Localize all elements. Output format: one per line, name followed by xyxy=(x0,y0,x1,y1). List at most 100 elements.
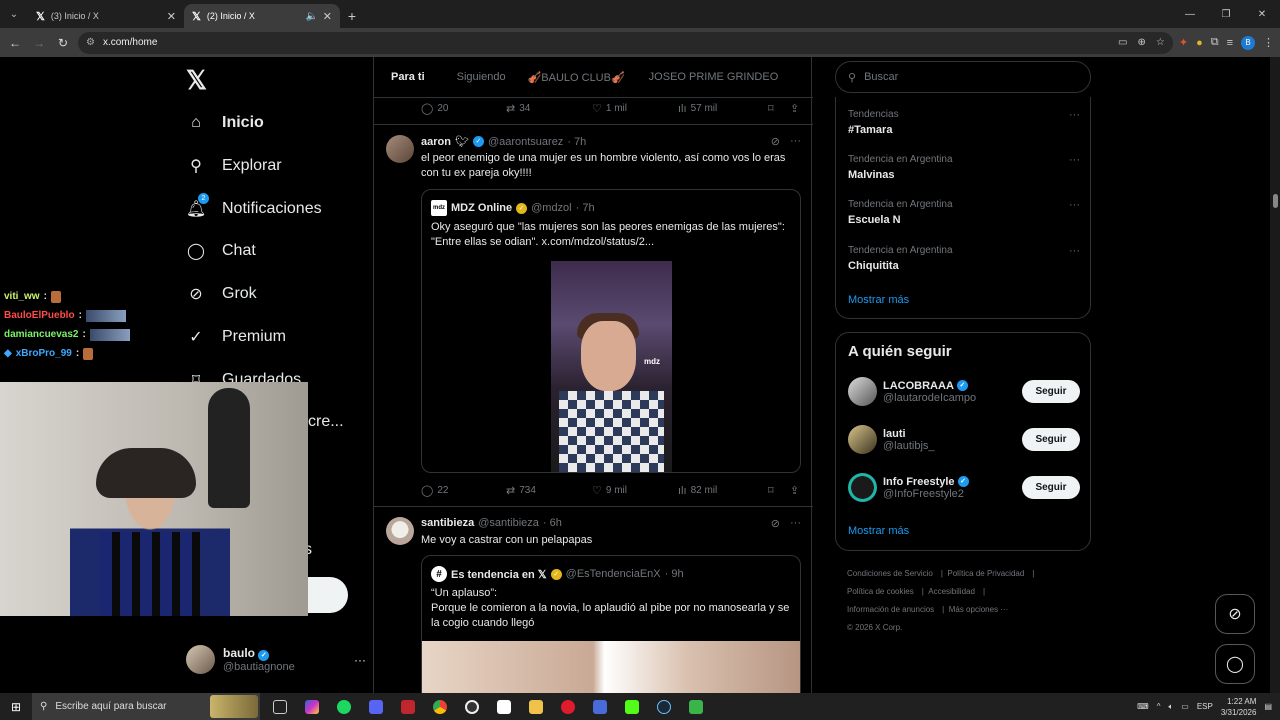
speaker-icon[interactable]: 🔈 xyxy=(306,11,318,22)
footer-link[interactable]: Información de anuncios xyxy=(847,605,934,614)
avatar[interactable] xyxy=(386,135,414,163)
repost-button[interactable]: ⇄ 34 xyxy=(506,102,592,115)
post[interactable]: aaron 🐦︎ ✓ @aarontsuarez · 7h ⊘ ··· el p… xyxy=(374,125,813,506)
reply-button[interactable]: ◯ 22 xyxy=(421,484,506,497)
more-icon[interactable]: ··· xyxy=(1069,245,1080,257)
keyboard-icon[interactable]: ⌨ xyxy=(1137,702,1149,711)
avatar[interactable] xyxy=(848,425,877,454)
language-indicator[interactable]: ESP xyxy=(1197,702,1213,711)
grok-icon[interactable]: ⊘ xyxy=(771,135,780,148)
opera-icon[interactable] xyxy=(552,693,584,720)
task-view-icon[interactable] xyxy=(264,693,296,720)
search-input[interactable]: ⚲ Buscar xyxy=(835,61,1091,93)
nav-home[interactable]: ⌂ Inicio xyxy=(186,113,264,133)
account-switcher[interactable]: baulo ✓ @bautiagnone ··· xyxy=(186,645,366,674)
author-handle[interactable]: @aarontsuarez xyxy=(488,136,563,148)
image-thumbnail[interactable] xyxy=(422,641,800,693)
star-icon[interactable]: ☆ xyxy=(1156,37,1165,48)
avatar[interactable] xyxy=(848,473,877,502)
volume-icon[interactable]: 🔈︎ xyxy=(1168,702,1173,712)
show-more-link[interactable]: Mostrar más xyxy=(848,525,909,537)
repost-button[interactable]: ⇄ 734 xyxy=(506,484,592,497)
like-button[interactable]: ♡ 1 mil xyxy=(592,102,678,115)
footer-link[interactable]: Política de Privacidad xyxy=(947,569,1024,578)
more-icon[interactable]: ··· xyxy=(790,135,801,148)
chrome-icon[interactable] xyxy=(424,693,456,720)
close-icon[interactable]: ✕ xyxy=(323,10,332,23)
follow-button[interactable]: Seguir xyxy=(1022,428,1080,451)
zoom-icon[interactable]: ⊕ xyxy=(1137,37,1145,48)
close-window-icon[interactable]: ✕ xyxy=(1244,0,1280,28)
messages-floating-button[interactable]: ◯ xyxy=(1215,644,1255,684)
share-button[interactable]: ⇪ xyxy=(790,102,799,115)
copilot-icon[interactable] xyxy=(296,693,328,720)
quoted-post[interactable]: mdz MDZ Online ✓ @mdzol · 7h Oky aseguró… xyxy=(421,189,801,473)
post[interactable]: santibieza @santibieza · 6h ⊘ ··· Me voy… xyxy=(374,507,813,693)
menu-icon[interactable]: ⋮ xyxy=(1263,36,1274,49)
tab-joseo[interactable]: JOSEO PRIME GRINDEO xyxy=(635,71,779,83)
follow-button[interactable]: Seguir xyxy=(1022,476,1080,499)
chevron-up-icon[interactable]: ^ xyxy=(1157,702,1161,711)
footer-link[interactable]: Condiciones de Servicio xyxy=(847,569,933,578)
more-icon[interactable]: ··· xyxy=(1069,199,1080,211)
views-button[interactable]: ılı 82 mil xyxy=(678,485,768,497)
more-icon[interactable]: ··· xyxy=(790,517,801,530)
bookmark-button[interactable]: ⌑ xyxy=(768,484,790,497)
extension-icon[interactable]: ● xyxy=(1196,37,1203,49)
trend-item[interactable]: Tendencia en Argentina Malvinas ··· xyxy=(848,154,1080,181)
steam-icon[interactable] xyxy=(648,693,680,720)
discord-icon[interactable] xyxy=(360,693,392,720)
follow-suggestion[interactable]: LACOBRAAA ✓ @lautarodeIcampo Seguir xyxy=(848,377,1080,406)
tab-following[interactable]: Siguiendo xyxy=(435,71,506,83)
tab-baulo-club[interactable]: 🎻BAULO CLUB🎻 xyxy=(516,71,625,84)
avatar[interactable] xyxy=(386,517,414,545)
close-icon[interactable]: ✕ xyxy=(167,10,176,23)
nav-partial-item[interactable]: cre... xyxy=(308,413,344,431)
puzzle-icon[interactable]: ⧉ xyxy=(1211,36,1219,49)
trend-item[interactable]: Tendencias #Tamara ··· xyxy=(848,109,1080,136)
taskbar-search[interactable]: ⚲ Escribe aquí para buscar xyxy=(32,693,260,720)
extension-icon[interactable]: ✦ xyxy=(1179,36,1188,49)
footer-link[interactable]: Accesibilidad xyxy=(928,587,975,596)
scrollbar-thumb[interactable] xyxy=(1273,194,1278,208)
windows-start-icon[interactable]: ⊞ xyxy=(0,700,32,714)
media-icon[interactable]: ≡ xyxy=(1227,37,1233,49)
share-button[interactable]: ⇪ xyxy=(790,484,799,497)
like-button[interactable]: ♡ 9 mil xyxy=(592,484,678,497)
post-time[interactable]: · 7h xyxy=(567,136,586,148)
trend-item[interactable]: Tendencia en Argentina Chiquitita ··· xyxy=(848,245,1080,272)
network-icon[interactable]: ▭ xyxy=(1181,702,1189,711)
bookmark-button[interactable]: ⌑ xyxy=(768,102,790,115)
more-icon[interactable]: ··· xyxy=(354,653,366,667)
views-button[interactable]: ılı 57 mil xyxy=(678,103,768,115)
reply-button[interactable]: ◯ 20 xyxy=(421,102,506,115)
app-icon[interactable] xyxy=(488,693,520,720)
app-icon[interactable] xyxy=(392,693,424,720)
browser-tab-2[interactable]: 𝕏 (2) Inicio / X 🔈 ✕ xyxy=(184,4,340,28)
forward-icon[interactable]: → xyxy=(30,34,48,52)
quoted-post[interactable]: # Es tendencia en 𝕏 ✓ @EsTendenciaEnX · … xyxy=(421,555,801,693)
reload-icon[interactable]: ↻ xyxy=(54,34,72,52)
cast-icon[interactable]: ▭ xyxy=(1118,37,1127,48)
back-icon[interactable]: ← xyxy=(6,34,24,52)
app-icon[interactable] xyxy=(680,693,712,720)
tab-for-you[interactable]: Para ti xyxy=(374,71,425,83)
video-thumbnail[interactable]: mdz xyxy=(551,261,672,472)
nav-chat[interactable]: ◯ Chat xyxy=(186,241,256,261)
follow-suggestion[interactable]: Info Freestyle ✓ @InfoFreestyle2 Seguir xyxy=(848,473,1080,502)
notifications-icon[interactable]: ▤ xyxy=(1264,702,1272,711)
author-name[interactable]: aaron xyxy=(421,136,451,148)
more-icon[interactable]: ··· xyxy=(1069,109,1080,121)
trend-item[interactable]: Tendencia en Argentina Escuela N ··· xyxy=(848,199,1080,226)
grok-floating-button[interactable]: ⊘ xyxy=(1215,594,1255,634)
follow-suggestion[interactable]: lauti @lautibjs_ Seguir xyxy=(848,425,1080,454)
nav-explore[interactable]: ⚲ Explorar xyxy=(186,156,281,176)
new-tab-button[interactable]: + xyxy=(340,4,364,28)
footer-link[interactable]: Política de cookies xyxy=(847,587,914,596)
author-handle[interactable]: @santibieza xyxy=(478,517,539,529)
file-explorer-icon[interactable] xyxy=(520,693,552,720)
site-info-icon[interactable]: ⚙ xyxy=(86,37,95,48)
more-icon[interactable]: ··· xyxy=(1069,154,1080,166)
tab-search-icon[interactable]: ⌄ xyxy=(0,0,28,28)
grok-icon[interactable]: ⊘ xyxy=(771,517,780,530)
